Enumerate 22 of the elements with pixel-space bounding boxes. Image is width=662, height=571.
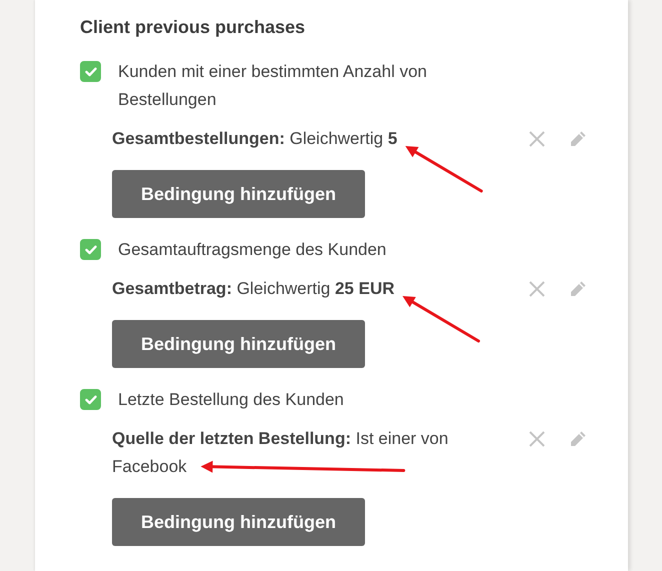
rule-label: Kunden mit einer bestimmten Anzahl von Bestellungen — [118, 61, 428, 111]
add-condition-button[interactable]: Bedingung hinzufügen — [112, 320, 365, 368]
condition-text: Quelle der letzten Bestellung: Ist einer von Facebook — [112, 428, 450, 478]
checkmark-icon — [84, 394, 96, 404]
checkmark-icon — [84, 66, 96, 76]
add-condition-button[interactable]: Bedingung hinzufügen — [112, 170, 365, 218]
checkmark-icon — [84, 244, 96, 254]
section-title: Client previous purchases — [80, 16, 306, 39]
close-icon[interactable] — [528, 130, 546, 148]
pencil-icon[interactable] — [569, 430, 587, 448]
pencil-icon[interactable] — [569, 280, 587, 298]
condition-text: Gesamtbetrag: Gleichwertig 25 EUR — [112, 278, 394, 300]
add-condition-button[interactable]: Bedingung hinzufügen — [112, 498, 365, 546]
condition-text: Gesamtbestellungen: Gleichwertig 5 — [112, 128, 398, 150]
close-icon[interactable] — [528, 430, 546, 448]
checkbox[interactable] — [80, 239, 101, 260]
pencil-icon[interactable] — [569, 130, 587, 148]
checkbox[interactable] — [80, 389, 101, 410]
checkbox[interactable] — [80, 61, 101, 82]
close-icon[interactable] — [528, 280, 546, 298]
rule-label: Gesamtauftragsmenge des Kunden — [118, 239, 388, 261]
rule-label: Letzte Bestellung des Kunden — [118, 389, 345, 411]
